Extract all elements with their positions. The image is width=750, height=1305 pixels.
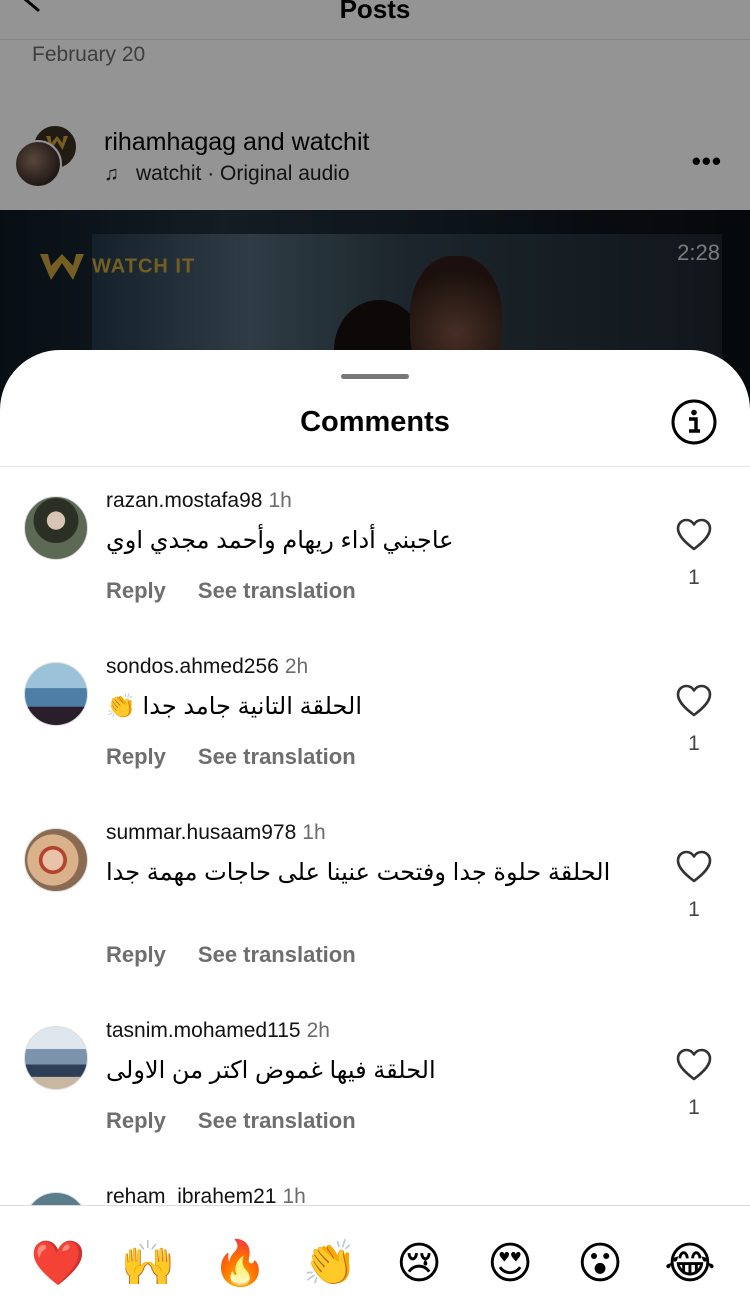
comment-username[interactable]: tasnim.mohamed115 [106,1019,301,1042]
comment-username-row: razan.mostafa98 1h [106,489,292,513]
sheet-grabber[interactable] [341,374,409,379]
comment-time: 1h [268,489,292,512]
comment-actions: Reply See translation [106,578,388,604]
like-count: 1 [688,1096,700,1119]
avatar[interactable] [24,1026,88,1090]
comment-actions: Reply See translation [106,942,388,968]
comment-username[interactable]: razan.mostafa98 [106,489,262,512]
reply-button[interactable]: Reply [106,578,166,603]
emoji-clap-button[interactable]: 👏 [302,1236,358,1292]
like-count: 1 [688,566,700,589]
comment-time: 2h [306,1019,330,1042]
comment-text: الحلقة فيها غموض اكتر من الاولى [106,1057,436,1084]
avatar[interactable] [24,662,88,726]
emoji-heart-eyes-button[interactable]: 😍 [482,1236,538,1292]
comments-sheet: Comments razan.mostafa98 1h عاجبني أداء ر… [0,350,750,1305]
reply-button[interactable]: Reply [106,744,166,769]
emoji-surprised-button[interactable]: 😮 [572,1236,628,1292]
comment-username-row: summar.husaam978 1h [106,821,326,845]
comment-username[interactable]: sondos.ahmed256 [106,655,279,678]
info-icon[interactable] [670,398,718,446]
emoji-fire-button[interactable]: 🔥 [212,1236,268,1292]
comment-text: الحلقة التانية جامد جدا 👏 [106,693,363,720]
emoji-laughing-button[interactable]: 😂 [662,1236,718,1292]
emoji-reaction-bar: ❤️ 🙌 🔥 👏 😢 😍 😮 😂 [0,1205,750,1305]
comment-username-row: sondos.ahmed256 2h [106,655,308,679]
see-translation-button[interactable]: See translation [198,942,356,967]
emoji-raised-hands-button[interactable]: 🙌 [120,1236,176,1292]
see-translation-button[interactable]: See translation [198,744,356,769]
heart-icon[interactable] [676,518,712,552]
avatar[interactable] [24,496,88,560]
emoji-crying-button[interactable]: 😢 [391,1236,447,1292]
comment-username[interactable]: summar.husaam978 [106,821,296,844]
comment-actions: Reply See translation [106,1108,388,1134]
emoji-heart-button[interactable]: ❤️ [30,1236,86,1292]
see-translation-button[interactable]: See translation [198,578,356,603]
like-count: 1 [688,898,700,921]
comment-actions: Reply See translation [106,744,388,770]
heart-icon[interactable] [676,684,712,718]
sheet-divider [0,466,750,467]
comment-time: 2h [284,655,309,678]
comment-username-row: tasnim.mohamed115 2h [106,1019,330,1043]
reply-button[interactable]: Reply [106,942,166,967]
like-count: 1 [688,732,700,755]
reply-button[interactable]: Reply [106,1108,166,1133]
comment-text: عاجبني أداء ريهام وأحمد مجدي اوي [106,527,454,554]
comment-text: الحلقة حلوة جدا وفتحت عنينا على حاجات مه… [106,859,611,886]
avatar[interactable] [24,828,88,892]
heart-icon[interactable] [676,1048,712,1082]
comment-time: 1h [302,821,326,844]
see-translation-button[interactable]: See translation [198,1108,356,1133]
heart-icon[interactable] [676,850,712,884]
sheet-title: Comments [300,406,450,438]
